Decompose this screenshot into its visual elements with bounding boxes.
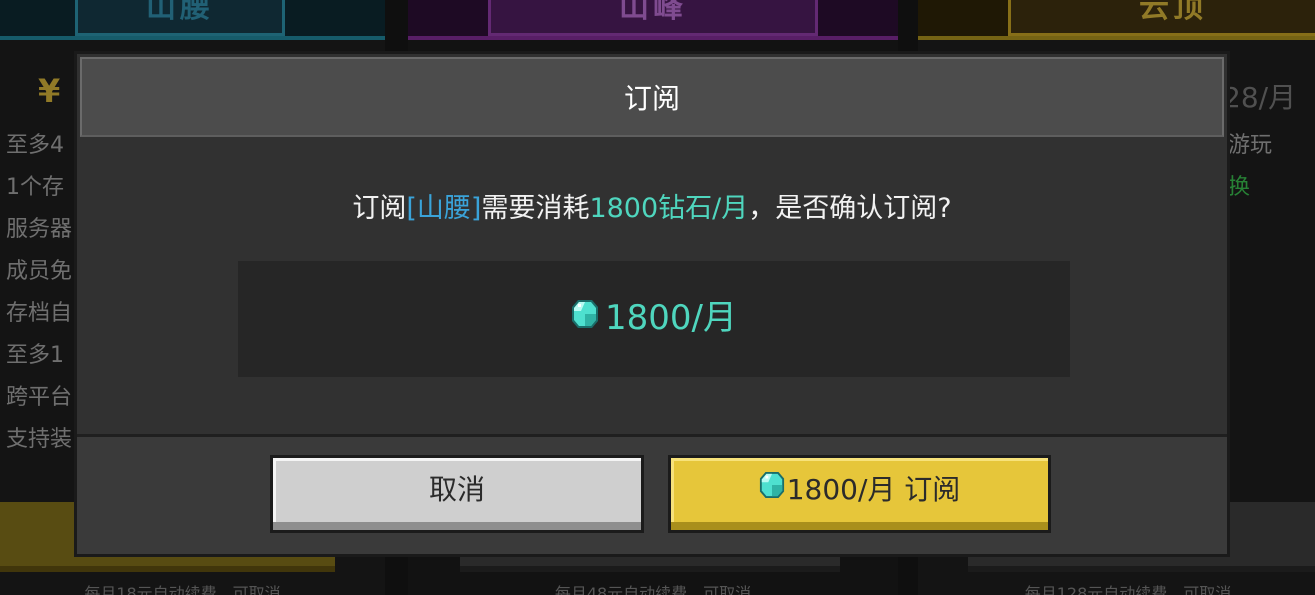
cost-display-box: 1800/月 [238,261,1070,377]
confirm-subscribe-button[interactable]: 1800/月 订阅 [668,455,1051,533]
message-tier-name: [山腰] [406,193,482,224]
dialog-title: 订阅 [623,82,680,115]
message-cost: 1800钻石/月 [589,193,749,224]
subscribe-confirm-dialog: 订阅 订阅[山腰]需要消耗1800钻石/月，是否确认订阅? 1800/月 取消 … [74,51,1230,557]
cancel-button[interactable]: 取消 [270,455,644,533]
diamond-icon [571,297,599,339]
cost-display: 1800/月 [238,297,1070,341]
dialog-footer: 取消 1800/月 订阅 [77,434,1227,554]
subscription-screen: 山腰 ¥ 至多4 1个存 服务器 成员免 存档自 至多1 跨平台 支持装 每月1… [0,0,1315,595]
message-prefix: 订阅 [352,193,407,224]
confirm-button-label: 1800/月 订阅 [786,473,961,506]
dialog-message: 订阅[山腰]需要消耗1800钻石/月，是否确认订阅? [77,191,1227,227]
message-middle: 需要消耗 [481,193,590,224]
dialog-header: 订阅 [80,57,1224,137]
diamond-icon [759,471,785,503]
message-suffix: ，是否确认订阅? [748,193,952,224]
cost-display-value: 1800/月 [605,298,737,338]
cancel-button-label: 取消 [428,473,485,506]
